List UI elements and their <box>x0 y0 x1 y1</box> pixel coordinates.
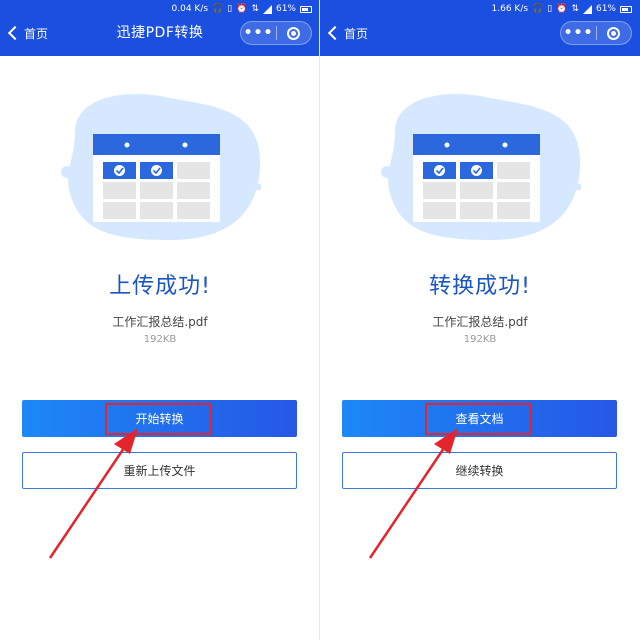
continue-convert-button[interactable]: 继续转换 <box>342 452 617 489</box>
status-title: 转换成功! <box>429 274 531 299</box>
file-name: 工作汇报总结.pdf <box>432 315 528 329</box>
headphones-icon: 🎧 <box>212 4 224 14</box>
status-title: 上传成功! <box>109 274 211 299</box>
view-document-button[interactable]: 查看文档 <box>342 400 617 437</box>
document-table-icon <box>61 94 262 240</box>
vibrate-icon: ▯ <box>227 4 233 14</box>
signal-icon <box>262 4 272 14</box>
network-speed: 0.04 K/s <box>171 4 209 14</box>
status-bar: 0.04 K/s 🎧 ▯ ⏰ ⇅ 61% <box>172 2 312 16</box>
menu-capsule: ••• <box>560 21 632 45</box>
pointer-arrow-icon <box>368 428 458 559</box>
battery-icon <box>620 5 632 13</box>
reupload-button[interactable]: 重新上传文件 <box>22 452 297 489</box>
battery-percent: 61% <box>275 4 296 14</box>
status-bar: 1.66 K/s 🎧 ▯ ⏰ ⇅ 61% <box>492 2 632 16</box>
right-phone-screen: 1.66 K/s 🎧 ▯ ⏰ ⇅ 61% 首页 ••• 转换成功! 工作汇报总结… <box>320 0 640 640</box>
back-button[interactable]: 首页 <box>326 22 368 44</box>
back-label: 首页 <box>344 26 369 41</box>
battery-percent: 61% <box>595 4 616 14</box>
close-circle-icon[interactable] <box>277 26 311 40</box>
nav-bar: 首页 迅捷PDF转换 ••• <box>0 18 320 48</box>
file-name: 工作汇报总结.pdf <box>112 315 208 329</box>
app-header: 0.04 K/s 🎧 ▯ ⏰ ⇅ 61% 首页 迅捷PDF转换 ••• <box>0 0 320 56</box>
network-speed: 1.66 K/s <box>491 4 529 14</box>
left-phone-screen: 0.04 K/s 🎧 ▯ ⏰ ⇅ 61% 首页 迅捷PDF转换 ••• 上传成功… <box>0 0 320 640</box>
file-size: 192KB <box>463 334 497 345</box>
chevron-left-icon <box>327 25 343 41</box>
close-circle-icon[interactable] <box>597 26 631 40</box>
vibrate-icon: ▯ <box>547 4 553 14</box>
start-convert-button[interactable]: 开始转换 <box>22 400 297 437</box>
more-dots-icon[interactable]: ••• <box>241 23 276 43</box>
pointer-arrow-icon <box>48 428 138 559</box>
app-header: 1.66 K/s 🎧 ▯ ⏰ ⇅ 61% 首页 ••• <box>320 0 640 56</box>
document-table-icon <box>381 94 582 240</box>
alarm-icon: ⏰ <box>556 4 568 14</box>
data-icon: ⇅ <box>251 4 259 14</box>
headphones-icon: 🎧 <box>532 4 544 14</box>
data-icon: ⇅ <box>571 4 579 14</box>
signal-icon <box>582 4 592 14</box>
nav-bar: 首页 ••• <box>320 18 640 48</box>
more-dots-icon[interactable]: ••• <box>561 23 596 43</box>
battery-icon <box>300 5 312 13</box>
alarm-icon: ⏰ <box>236 4 248 14</box>
file-size: 192KB <box>143 334 177 345</box>
menu-capsule: ••• <box>240 21 312 45</box>
